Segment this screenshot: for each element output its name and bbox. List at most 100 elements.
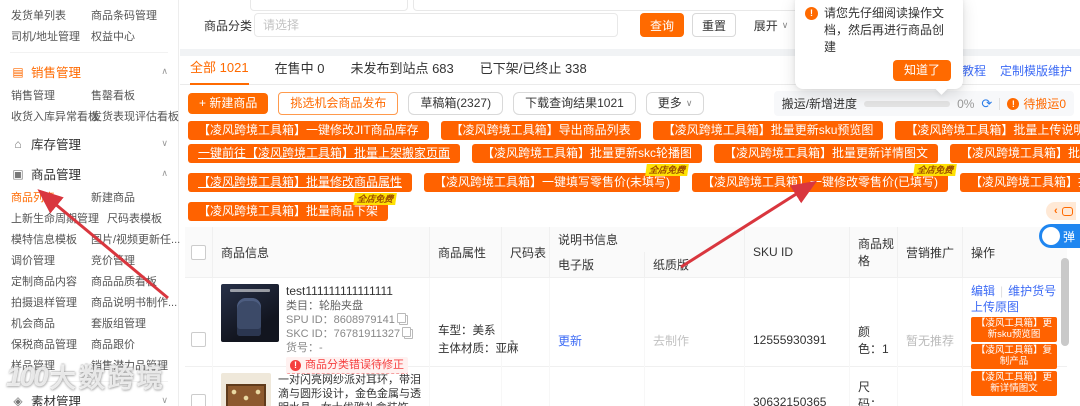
chevron-up-icon: ∧ (161, 168, 168, 178)
sidebar-item-barcode[interactable]: 商品条码管理 (91, 8, 157, 25)
sidebar-row: 模特信息模板 图片/视频更新任... (0, 230, 180, 251)
sidebar-item-soldout-board[interactable]: 售罄看板 (91, 88, 135, 105)
alert-icon: ! (1007, 97, 1020, 110)
sidebar: 发货单列表 商品条码管理 司机/地址管理 权益中心 ▤ 销售管理 ∧ 销售管理 … (0, 0, 180, 406)
table-scrollbar[interactable] (1061, 258, 1069, 346)
sidebar-section-sales[interactable]: ▤ 销售管理 ∧ (0, 56, 178, 86)
sidebar-item-custom-content[interactable]: 定制商品内容 (11, 274, 83, 291)
toolbox-publish-site-button[interactable]: 【凌风跨境工具箱】批量发布站点全店免费 (960, 173, 1080, 192)
sidebar-item-driver-address[interactable]: 司机/地址管理 (11, 29, 83, 46)
toolbox-row-3: 【凌风跨境工具箱】批量修改商品属性 【凌风跨境工具箱】一键填写零售价(未填写) 全… (188, 164, 1080, 192)
sidebar-item-model-info[interactable]: 模特信息模板 (11, 232, 83, 249)
update-manual-link[interactable]: 更新 (558, 332, 582, 349)
product-category: 类目：轮胎夹盘 (286, 300, 363, 312)
collapse-chat-widget[interactable]: ‹ (1046, 202, 1076, 220)
link-custom-template[interactable]: 定制模版维护 (1000, 62, 1072, 79)
sidebar-item-lifecycle[interactable]: 上新生命周期管理 (11, 211, 99, 228)
sidebar-item-media-update[interactable]: 图片/视频更新任... (91, 232, 180, 249)
toolbox-button-rows: 【凌风跨境工具箱】一键修改JIT商品库存 【凌风跨境工具箱】导出商品列表 【凌风… (188, 121, 1080, 221)
sidebar-item-shipping-orders[interactable]: 发货单列表 (11, 8, 83, 25)
sidebar-row: 司机/地址管理 权益中心 (0, 27, 178, 48)
progress-percent: 0% (957, 96, 975, 111)
toolbox-fill-price-button[interactable]: 【凌风跨境工具箱】一键填写零售价(未填写) 全店免费 (424, 164, 689, 192)
toolbox-export-list-button[interactable]: 【凌风跨境工具箱】导出商品列表 (440, 121, 641, 140)
toolbox-detail-image-button[interactable]: 【凌风跨境工具箱】批量更新详情图文 (714, 144, 939, 163)
sidebar-item-inbound-anomaly[interactable]: 收货入库异常看板 (11, 109, 99, 126)
more-button[interactable]: 更多 ∨ (645, 92, 705, 115)
draft-box-button[interactable]: 草稿箱(2327) (408, 92, 504, 115)
toolbox-sku-preview-button[interactable]: 【凌风跨境工具箱】批量更新sku预览图 (652, 121, 884, 140)
tab-on-sale[interactable]: 在售中 0 (275, 58, 325, 84)
got-it-button[interactable]: 知道了 (892, 60, 951, 81)
sidebar-item-price-adjust[interactable]: 调价管理 (11, 253, 83, 270)
sidebar-item-bidding[interactable]: 竞价管理 (91, 253, 135, 270)
sidebar-item-samples[interactable]: 样品管理 (11, 358, 83, 375)
chevron-down-icon: ∨ (161, 138, 168, 148)
sidebar-row: 商品列表 新建商品 (0, 188, 178, 209)
sidebar-item-quality-board[interactable]: 商品品质看板 (91, 274, 157, 291)
tab-all[interactable]: 全部 1021 (190, 57, 249, 85)
edit-link[interactable]: 编辑 (971, 284, 995, 299)
row-checkbox[interactable] (191, 393, 206, 406)
category-label: 商品分类 (204, 19, 253, 33)
search-button[interactable]: 查询 (640, 13, 684, 37)
sidebar-divider (10, 381, 168, 382)
popup-toggle[interactable]: 弹 (1039, 224, 1080, 248)
expand-button[interactable]: 展开 ∨ (746, 13, 796, 37)
sidebar-row: 样品管理 销售潜力品管理 (0, 356, 178, 377)
sidebar-item-size-template[interactable]: 尺码表模板 (107, 211, 162, 228)
filter-select-cropped[interactable] (250, 0, 408, 11)
sidebar-section-material[interactable]: ◈ 素材管理 ∨ (0, 385, 178, 406)
toolbox-edit-price-button[interactable]: 【凌风跨境工具箱】一键修改零售价(已填写) 全店免费 (692, 164, 957, 192)
row-checkbox[interactable] (191, 331, 206, 347)
toolbox-edit-attrs-button[interactable]: 【凌风跨境工具箱】批量修改商品属性 (188, 173, 413, 192)
toolbox-copy-product-button[interactable]: 【凌风工具箱】复制产品 (971, 344, 1057, 369)
sidebar-item-photo-sample[interactable]: 拍摄退样管理 (11, 295, 83, 312)
pick-opportunity-button[interactable]: 挑选机会商品发布 (278, 92, 399, 115)
sidebar-section-inventory[interactable]: ⌂ 库存管理 ∨ (0, 128, 178, 158)
pending-transfer-link[interactable]: ! 待搬运0 (1007, 95, 1066, 112)
tab-offline[interactable]: 已下架/已终止 338 (480, 58, 587, 84)
sidebar-item-shipping-evaluation[interactable]: 发货表现评估看板 (91, 109, 179, 126)
make-paper-manual-link[interactable]: 去制作 (653, 332, 689, 349)
sidebar-item-bonded[interactable]: 保税商品管理 (11, 337, 83, 354)
divider: | (1000, 284, 1004, 298)
download-results-button[interactable]: 下载查询结果1021 (513, 92, 636, 115)
sidebar-item-price-follow[interactable]: 商品跟价 (91, 337, 135, 354)
sidebar-row: 销售管理 售罄看板 (0, 86, 178, 107)
copy-icon[interactable] (402, 327, 414, 339)
free-tag: 全店免费 (645, 164, 689, 176)
sidebar-item-manual-making[interactable]: 商品说明书制作... (91, 295, 177, 312)
sidebar-item-product-list-active[interactable]: 商品列表 (11, 190, 83, 207)
sidebar-item-sales-mgmt[interactable]: 销售管理 (11, 88, 83, 105)
sidebar-item-new-product[interactable]: 新建商品 (91, 190, 135, 207)
sidebar-section-product[interactable]: ▣ 商品管理 ∧ (0, 158, 178, 188)
progress-bar (864, 100, 951, 107)
toggle-label: 弹 (1063, 229, 1076, 244)
reset-button[interactable]: 重置 (692, 13, 736, 37)
table-row: 一对闪亮网纱派对耳环，带泪滴与圆形设计，金色金属与透明水晶 - 女士优雅礼盒装饰… (185, 366, 1067, 406)
sidebar-item-template-group[interactable]: 套版组管理 (91, 316, 146, 333)
progress-label: 搬运/新增进度 (781, 97, 858, 111)
toolbox-update-sku-preview-button[interactable]: 【凌风工具箱】更新sku预览图 (971, 317, 1057, 342)
tab-unpublished[interactable]: 未发布到站点 683 (350, 58, 453, 84)
upload-original-link[interactable]: 上传原图 (971, 300, 1019, 315)
sidebar-item-benefits[interactable]: 权益中心 (91, 29, 135, 46)
toolbox-batch-move-button[interactable]: 一键前往【凌风跨境工具箱】批量上架搬家页面 (188, 144, 461, 163)
toolbox-upload-manual-button[interactable]: 【凌风跨境工具箱】批量上传说明书 (895, 121, 1080, 140)
product-list-panel: 全部 1021 在售中 0 未发布到站点 683 已下架/已终止 338 商品新… (180, 56, 1080, 406)
toolbox-jit-stock-button[interactable]: 【凌风跨境工具箱】一键修改JIT商品库存 (188, 121, 429, 140)
maintain-artno-link[interactable]: 维护货号 (1008, 284, 1056, 299)
refresh-icon[interactable]: ⟳ (981, 97, 992, 110)
sidebar-item-potential[interactable]: 销售潜力品管理 (91, 358, 168, 375)
toolbox-skc-carousel-button[interactable]: 【凌风跨境工具箱】批量更新skc轮播图 (472, 144, 703, 163)
select-all-checkbox[interactable] (191, 244, 206, 260)
toolbox-batch-apply-button[interactable]: 【凌风跨境工具箱】批量商品申请 (950, 144, 1080, 163)
copy-icon[interactable] (396, 313, 408, 325)
sidebar-item-opportunity[interactable]: 机会商品 (11, 316, 83, 333)
new-product-button[interactable]: + 新建商品 (188, 93, 269, 114)
category-select[interactable] (254, 13, 618, 37)
sidebar-row: 调价管理 竞价管理 (0, 251, 178, 272)
toolbox-batch-offline-button[interactable]: 【凌风跨境工具箱】批量商品下架 全店免费 (188, 193, 397, 221)
alert-icon: ! (805, 7, 818, 20)
